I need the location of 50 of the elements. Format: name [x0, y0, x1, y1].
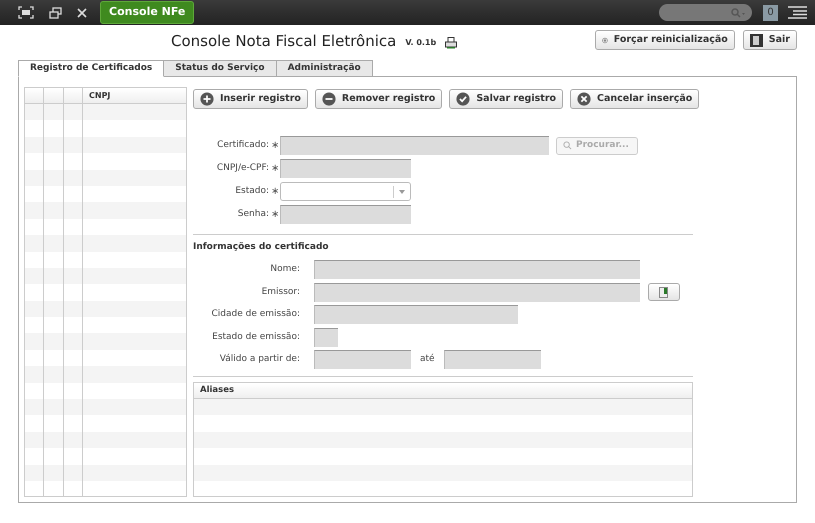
menu-icon[interactable]: [788, 6, 807, 19]
restore-icon[interactable]: [49, 6, 62, 18]
tab[interactable]: Administração: [276, 60, 373, 77]
toolbar-button[interactable]: Cancelar inserção: [570, 89, 700, 109]
field-label: Válido a partir de:: [218, 353, 300, 366]
column-header[interactable]: CNPJ: [83, 88, 110, 103]
field-label: Senha:: [236, 208, 269, 221]
search-field[interactable]: [659, 4, 752, 21]
details-button[interactable]: [648, 283, 680, 302]
required-mark: ∗: [271, 208, 280, 222]
notification-count[interactable]: 0: [763, 4, 778, 20]
check-icon: [456, 92, 470, 106]
fullscreen-icon[interactable]: [18, 6, 34, 19]
toolbar-button[interactable]: Remover registro: [314, 89, 442, 109]
exit-door-icon: [750, 34, 763, 46]
input-field[interactable]: [280, 205, 411, 224]
exit-button[interactable]: Sair: [742, 30, 797, 50]
cancel-icon: [577, 92, 592, 106]
field-label: Nome:: [269, 263, 300, 276]
caret-icon: [399, 190, 405, 194]
field-label: Emissor:: [260, 286, 300, 298]
range-separator: até: [420, 353, 436, 366]
plus-icon: [200, 92, 214, 106]
printer-icon[interactable]: [445, 37, 458, 49]
minus-icon: [322, 92, 336, 106]
field-label: Cidade de emissão:: [210, 308, 300, 321]
close-icon[interactable]: [77, 8, 87, 18]
input-field: [314, 328, 338, 347]
field-label: Estado de emissão:: [211, 330, 300, 344]
tab[interactable]: Registro de Certificados: [18, 60, 164, 77]
search-icon: [563, 141, 572, 150]
toolbar-button[interactable]: Salvar registro: [449, 89, 564, 109]
search-icon: [731, 8, 745, 18]
restart-button[interactable]: Forçar reinicialização: [594, 30, 735, 50]
certificate-icon: [659, 286, 669, 298]
required-mark: ∗: [271, 162, 280, 176]
field-label: CNPJ/e-CPF:: [216, 162, 269, 175]
app-tab[interactable]: Console NFe: [100, 1, 194, 24]
required-mark: ∗: [271, 185, 280, 199]
section-title: Informações do certificado: [193, 241, 330, 254]
toolbar-button[interactable]: Inserir registro: [193, 89, 308, 109]
version-label: V. 0.1b: [405, 37, 436, 49]
field-label: Certificado:: [216, 138, 269, 152]
page-title: Console Nota Fiscal Eletrônica: [171, 34, 396, 49]
input-field[interactable]: [280, 159, 411, 178]
field-label: Estado:: [234, 184, 269, 198]
column-header: Aliases: [199, 384, 234, 397]
required-mark: ∗: [271, 139, 280, 153]
certificate-field[interactable]: [280, 136, 549, 155]
tab[interactable]: Status do Serviço: [163, 60, 277, 77]
